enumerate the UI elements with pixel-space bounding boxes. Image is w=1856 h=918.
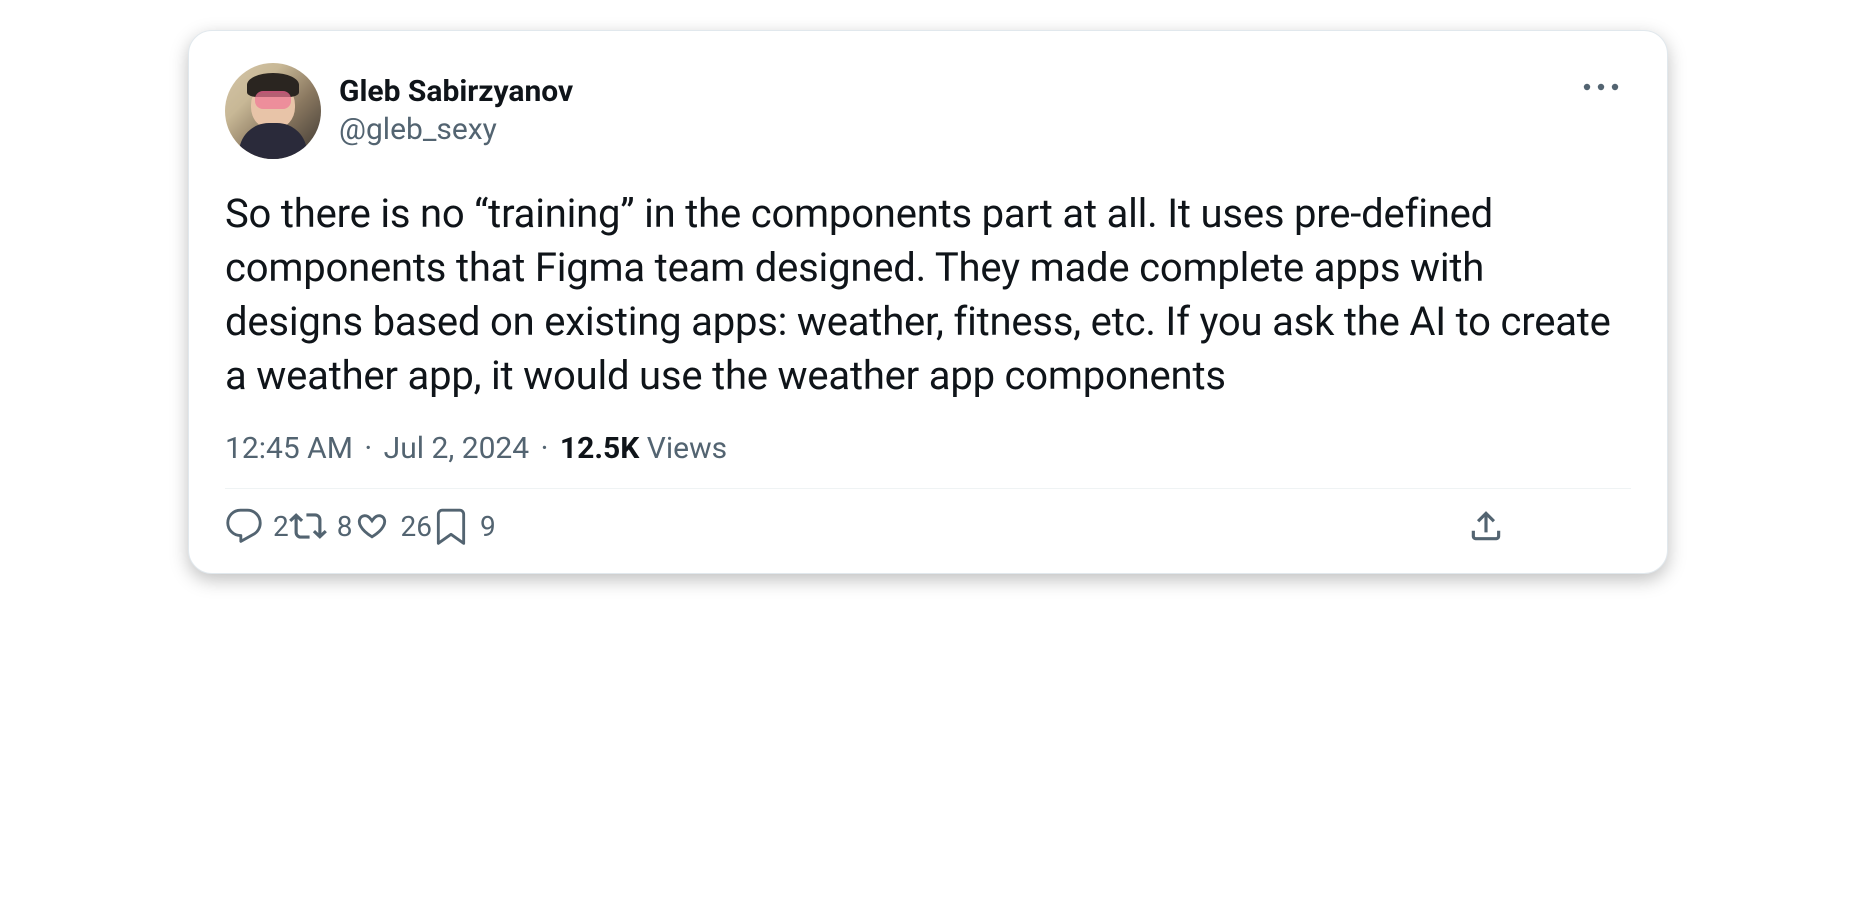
tweet-time[interactable]: 12:45 AM xyxy=(225,431,353,466)
bookmark-icon xyxy=(432,507,470,545)
user-info: Gleb Sabirzyanov @gleb_sexy xyxy=(339,74,573,149)
like-count: 26 xyxy=(401,510,432,543)
retweet-icon xyxy=(289,507,327,545)
tweet-text: So there is no “training” in the compone… xyxy=(225,187,1631,403)
separator: · xyxy=(541,431,549,466)
ellipsis-icon xyxy=(1583,82,1619,92)
bookmark-count: 9 xyxy=(480,510,496,543)
views-count[interactable]: 12.5K xyxy=(560,431,639,466)
tweet-metadata: 12:45 AM · Jul 2, 2024 · 12.5K Views xyxy=(225,431,1631,466)
separator: · xyxy=(364,431,372,466)
user-handle[interactable]: @gleb_sexy xyxy=(339,110,573,149)
tweet-card: Gleb Sabirzyanov @gleb_sexy So there is … xyxy=(188,30,1668,574)
heart-icon xyxy=(353,507,391,545)
like-button[interactable]: 26 xyxy=(353,507,432,545)
divider xyxy=(225,488,1631,489)
tweet-user-link[interactable]: Gleb Sabirzyanov @gleb_sexy xyxy=(225,63,573,159)
retweet-button[interactable]: 8 xyxy=(289,507,353,545)
tweet-header: Gleb Sabirzyanov @gleb_sexy xyxy=(225,63,1631,159)
reply-count: 2 xyxy=(273,510,289,543)
share-icon xyxy=(1467,507,1505,545)
reply-icon xyxy=(225,507,263,545)
tweet-date[interactable]: Jul 2, 2024 xyxy=(384,431,529,466)
views-label: Views xyxy=(647,431,727,466)
share-button[interactable] xyxy=(1467,507,1505,545)
reply-button[interactable]: 2 xyxy=(225,507,289,545)
tweet-actions-bar: 2 8 26 9 xyxy=(225,499,1631,549)
display-name[interactable]: Gleb Sabirzyanov xyxy=(339,74,573,110)
retweet-count: 8 xyxy=(337,510,353,543)
bookmark-button[interactable]: 9 xyxy=(432,507,496,545)
more-options-button[interactable] xyxy=(1575,69,1627,104)
avatar[interactable] xyxy=(225,63,321,159)
